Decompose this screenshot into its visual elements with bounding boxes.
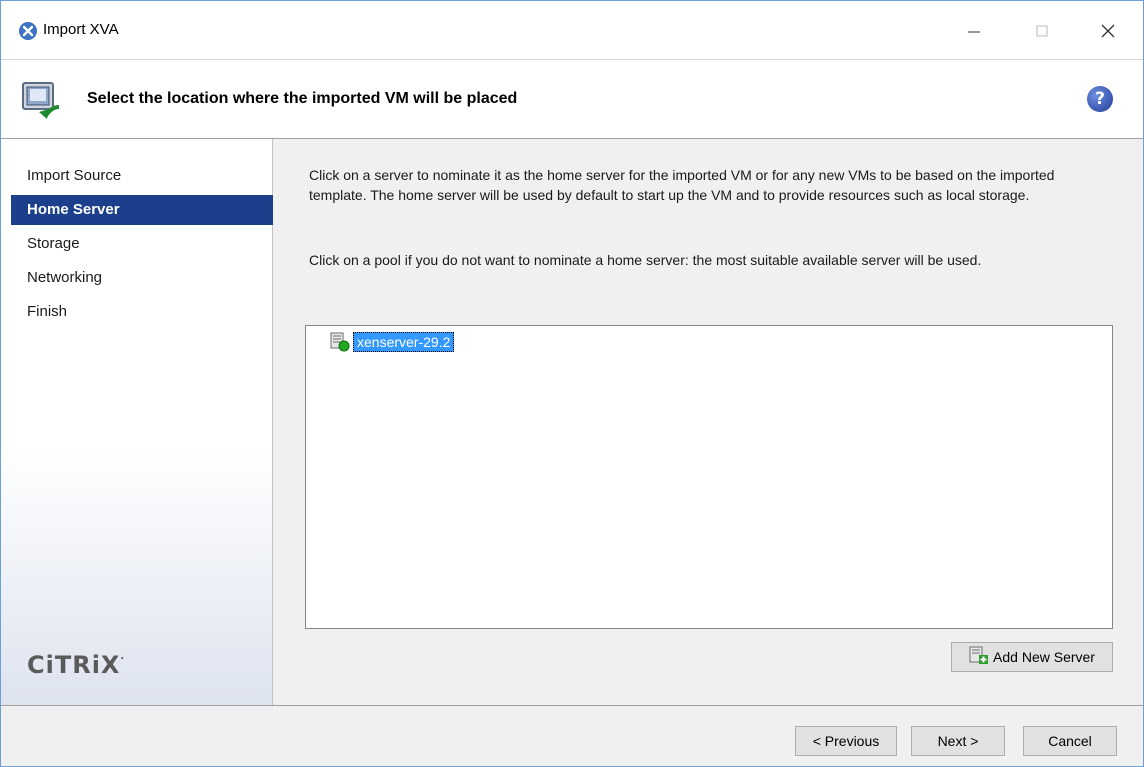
xenserver-x-icon bbox=[19, 22, 37, 40]
instruction-server: Click on a server to nominate it as the … bbox=[309, 167, 1055, 203]
citrix-logo-text: CiTRiX bbox=[27, 651, 121, 679]
step-storage[interactable]: Storage bbox=[11, 229, 273, 259]
help-icon[interactable]: ? bbox=[1087, 86, 1113, 112]
wizard-header: Select the location where the imported V… bbox=[1, 59, 1143, 139]
minimize-button[interactable] bbox=[951, 11, 997, 51]
add-server-icon bbox=[969, 646, 989, 669]
maximize-button[interactable] bbox=[1019, 11, 1065, 51]
window-title: Import XVA bbox=[43, 21, 119, 38]
server-tree[interactable]: xenserver-29.2 bbox=[305, 325, 1113, 629]
close-button[interactable] bbox=[1085, 11, 1131, 51]
page-title: Select the location where the imported V… bbox=[87, 90, 518, 107]
wizard-steps-sidebar: Import Source Home Server Storage Networ… bbox=[1, 139, 273, 705]
citrix-logo: CiTRiX. bbox=[27, 651, 126, 679]
wizard-footer: < Previous Next > Cancel bbox=[1, 705, 1143, 766]
main-content: Click on a server to nominate it as the … bbox=[273, 139, 1143, 705]
cancel-button[interactable]: Cancel bbox=[1023, 726, 1117, 756]
add-new-server-button[interactable]: Add New Server bbox=[951, 642, 1113, 672]
server-name[interactable]: xenserver-29.2 bbox=[353, 332, 455, 352]
step-finish[interactable]: Finish bbox=[11, 297, 273, 327]
add-new-server-label: Add New Server bbox=[993, 649, 1095, 665]
instruction-pool: Click on a pool if you do not want to no… bbox=[309, 252, 982, 268]
title-bar: Import XVA bbox=[1, 1, 1143, 59]
step-networking[interactable]: Networking bbox=[11, 263, 273, 293]
step-home-server[interactable]: Home Server bbox=[11, 195, 273, 225]
step-import-source[interactable]: Import Source bbox=[11, 161, 273, 191]
previous-button[interactable]: < Previous bbox=[795, 726, 897, 756]
server-tree-item[interactable]: xenserver-29.2 bbox=[330, 330, 455, 354]
import-vm-icon bbox=[21, 81, 63, 124]
server-running-icon bbox=[330, 332, 350, 352]
next-button[interactable]: Next > bbox=[911, 726, 1005, 756]
import-xva-window: Import XVA Select the location where the… bbox=[0, 0, 1144, 767]
